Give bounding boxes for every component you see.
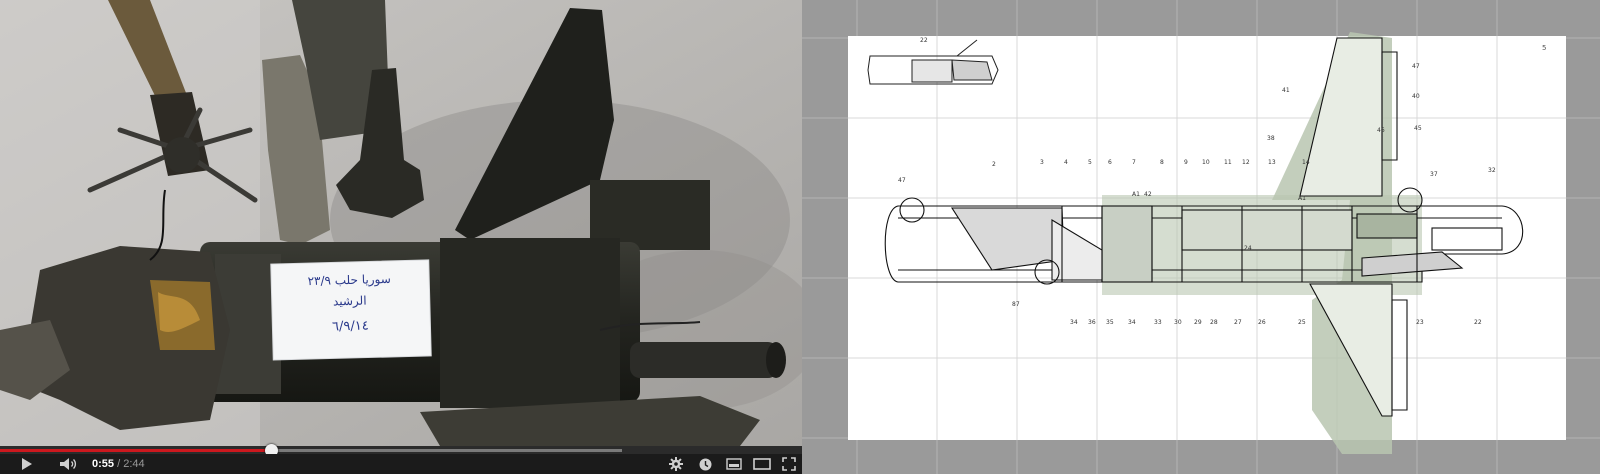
callout-label: 47 — [1412, 63, 1420, 70]
callout-label: 6 — [1108, 159, 1112, 166]
callout-label: 11 — [1224, 159, 1232, 166]
callout-label: 27 — [1234, 319, 1242, 326]
callout-label: 87 — [1012, 301, 1020, 308]
note-line-2: الرشيد — [333, 294, 367, 310]
technical-drawing-page: 5 224147404546383732472 3 4 5 6 7 8 9 10… — [802, 0, 1600, 474]
callout-label: 24 — [1244, 245, 1252, 252]
callout-label: 25 — [1298, 319, 1306, 326]
play-button[interactable] — [14, 454, 40, 474]
callout-label: 37 — [1430, 171, 1438, 178]
callout-label: 34 — [1070, 319, 1078, 326]
settings-button[interactable] — [664, 454, 688, 474]
callout-label: 14 — [1302, 159, 1310, 166]
watch-later-button[interactable] — [694, 454, 716, 474]
time-separator: / — [114, 458, 124, 470]
callout-label: 8 — [1160, 159, 1164, 166]
video-frame[interactable]: سوريا حلب ٢٣/٩ الرشيد ٦/٩/١٤ — [0, 0, 802, 446]
video-player[interactable]: سوريا حلب ٢٣/٩ الرشيد ٦/٩/١٤ 0:55 / 2:44 — [0, 0, 802, 474]
callout-label: 23 — [1416, 319, 1424, 326]
volume-icon — [60, 458, 77, 470]
callout-label: 35 — [1106, 319, 1114, 326]
callout-label: 3 — [1040, 159, 1044, 166]
fullscreen-button[interactable] — [778, 454, 800, 474]
callout-label: 26 — [1258, 319, 1266, 326]
callout-label: 34 — [1128, 319, 1136, 326]
callout-label: 45 — [1414, 125, 1422, 132]
callout-label: 42 — [1144, 191, 1152, 198]
document-viewer[interactable]: 5 22 41 47 40 45 46 38 37 32 47 2 3 4 5 … — [802, 0, 1600, 474]
video-still: سوريا حلب ٢٣/٩ الرشيد ٦/٩/١٤ — [0, 0, 802, 446]
callout-label: 13 — [1268, 159, 1276, 166]
progress-bar[interactable] — [0, 444, 802, 457]
callout-label: 40 — [1412, 93, 1420, 100]
play-icon — [22, 458, 32, 470]
volume-button[interactable] — [54, 454, 82, 474]
callout-label: 36 — [1088, 319, 1096, 326]
callout-label: 10 — [1202, 159, 1210, 166]
page-number: 5 — [1542, 44, 1546, 52]
time-current: 0:55 — [92, 458, 115, 470]
callout-label: 28 — [1210, 319, 1218, 326]
progress-played — [0, 449, 272, 452]
time-display: 0:55 / 2:44 — [92, 454, 145, 474]
time-total: 2:44 — [123, 458, 145, 470]
callout-label: 4 — [1064, 159, 1068, 166]
clock-icon — [699, 458, 711, 470]
callout-label: 29 — [1194, 319, 1202, 326]
callout-label: 30 — [1174, 319, 1182, 326]
large-player-button[interactable] — [750, 454, 774, 474]
callout-label: 41 — [1282, 87, 1290, 94]
gear-icon — [669, 457, 683, 471]
small-player-icon — [726, 458, 742, 470]
callout-label: 46 — [1377, 127, 1385, 134]
callout-label: 22 — [1474, 319, 1482, 326]
small-player-button[interactable] — [722, 454, 746, 474]
player-controls: 0:55 / 2:44 — [0, 454, 802, 474]
callout-label: 33 — [1154, 319, 1162, 326]
callout-label: 32 — [1488, 167, 1496, 174]
callout-label: A1 — [1298, 195, 1306, 202]
fullscreen-icon — [782, 457, 796, 471]
callout-label: 5 — [1088, 159, 1092, 166]
callout-label: A1 — [1132, 191, 1140, 198]
note-line-3: ٦/٩/١٤ — [332, 319, 369, 335]
callout-label: 9 — [1184, 159, 1188, 166]
callout-label: 7 — [1132, 159, 1136, 166]
callout-label: 38 — [1267, 135, 1275, 142]
callout-label: 12 — [1242, 159, 1250, 166]
callout-label: 22 — [920, 37, 928, 44]
callout-label: 2 — [992, 161, 996, 168]
large-player-icon — [753, 458, 771, 470]
callout-label: 47 — [898, 177, 906, 184]
